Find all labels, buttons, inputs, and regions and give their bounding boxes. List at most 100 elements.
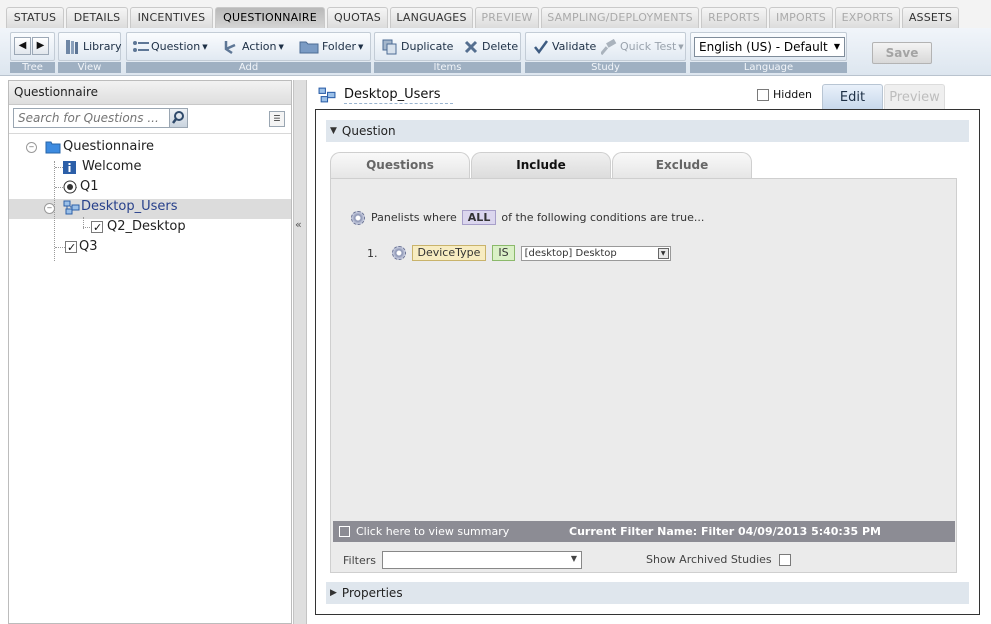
items-group: Duplicate Delete Items xyxy=(374,32,521,73)
hammer-icon xyxy=(600,38,617,56)
view-group-label: View xyxy=(58,62,121,73)
tab-status[interactable]: STATUS xyxy=(6,7,64,28)
question-list-icon xyxy=(132,39,149,55)
panel-splitter[interactable]: « xyxy=(293,80,307,624)
quick-test-button[interactable]: Quick Test ▼ xyxy=(600,38,684,56)
expand-toggle-root[interactable]: − xyxy=(26,142,37,153)
current-filter-name: Current Filter Name: Filter 04/09/2013 5… xyxy=(569,525,881,538)
rule-value-select[interactable]: [desktop] Desktop ▼ xyxy=(520,245,671,261)
tab-preview[interactable]: PREVIEW xyxy=(475,7,539,28)
chevron-down-icon: ▼ xyxy=(570,554,577,563)
delete-x-icon xyxy=(463,39,479,55)
search-button[interactable] xyxy=(169,109,187,127)
chevron-down-icon: ▼ xyxy=(202,43,208,51)
duplicate-button[interactable]: Duplicate xyxy=(382,38,453,56)
tab-preview-question[interactable]: Preview xyxy=(884,84,945,110)
study-group-label: Study xyxy=(525,62,686,73)
search-icon xyxy=(172,111,184,124)
chevron-down-icon: ▼ xyxy=(358,43,364,51)
question-title: Desktop_Users xyxy=(318,86,453,104)
summary-bar: Click here to view summary Current Filte… xyxy=(333,521,955,542)
save-button[interactable]: Save xyxy=(872,42,932,64)
add-folder-button[interactable]: Folder ▼ xyxy=(299,38,363,56)
library-icon xyxy=(64,39,80,55)
tree-node-welcome[interactable]: Welcome xyxy=(63,158,141,176)
include-panel: Panelists where ALL of the following con… xyxy=(330,178,957,573)
tree-node-q2-desktop[interactable]: Q2_Desktop xyxy=(91,218,186,237)
panel-menu-button[interactable]: ☰ xyxy=(269,111,285,127)
duplicate-icon xyxy=(382,39,398,55)
expand-triangle-icon: ▶ xyxy=(330,588,337,598)
view-group: Library View xyxy=(58,32,121,73)
summary-icon xyxy=(339,526,350,537)
chevron-down-icon: ▼ xyxy=(678,43,684,51)
tree-back-button[interactable]: ◀ xyxy=(14,37,31,55)
condition-header: Panelists where ALL of the following con… xyxy=(351,210,704,225)
search-input[interactable] xyxy=(14,109,164,127)
tree-group: ◀ ▶ Tree xyxy=(10,32,55,73)
add-action-button[interactable]: Action ▼ xyxy=(223,38,284,56)
filter-folder-icon xyxy=(318,87,336,103)
panel-title: Questionnaire xyxy=(9,81,291,105)
add-question-button[interactable]: Question ▼ xyxy=(132,38,208,56)
collapse-triangle-icon: ▼ xyxy=(330,126,337,136)
study-group: Validate Quick Test ▼ Study xyxy=(525,32,686,73)
tab-assets[interactable]: ASSETS xyxy=(902,7,959,28)
checkbox-question-icon xyxy=(65,239,77,257)
hidden-checkbox-box[interactable] xyxy=(757,88,769,101)
tab-quotas[interactable]: QUOTAS xyxy=(327,7,388,28)
action-arrow-icon xyxy=(223,39,239,55)
tab-exports[interactable]: EXPORTS xyxy=(835,7,900,28)
gear-icon[interactable] xyxy=(351,210,365,225)
collapse-left-icon[interactable]: « xyxy=(295,218,302,231)
rule-operator[interactable]: IS xyxy=(492,245,515,261)
folder-icon xyxy=(299,39,319,55)
subtab-questions[interactable]: Questions xyxy=(330,152,470,178)
rule-number: 1. xyxy=(367,246,378,260)
folder-icon xyxy=(45,141,61,154)
items-group-label: Items xyxy=(374,62,521,73)
subtab-include[interactable]: Include xyxy=(471,152,611,178)
tab-reports[interactable]: REPORTS xyxy=(701,7,767,28)
delete-button[interactable]: Delete xyxy=(463,38,518,56)
question-section-header[interactable]: ▼ Question xyxy=(326,120,969,142)
tab-details[interactable]: DETAILS xyxy=(66,7,128,28)
questionnaire-panel: Questionnaire ☰ − Questionnaire Welcome … xyxy=(8,80,292,624)
tab-incentives[interactable]: INCENTIVES xyxy=(130,7,213,28)
chevron-down-icon: ▼ xyxy=(657,247,669,259)
checkbox-question-icon xyxy=(91,219,103,237)
top-tab-bar: STATUS DETAILS INCENTIVES QUESTIONNAIRE … xyxy=(0,0,991,29)
expand-toggle-desktop-users[interactable]: − xyxy=(44,203,55,214)
view-summary-link[interactable]: Click here to view summary xyxy=(339,521,509,542)
question-name[interactable]: Desktop_Users xyxy=(344,87,453,104)
tab-edit[interactable]: Edit xyxy=(822,84,883,110)
rule-field[interactable]: DeviceType xyxy=(411,245,487,261)
match-all-toggle[interactable]: ALL xyxy=(461,210,497,225)
tree-node-questionnaire[interactable]: Questionnaire xyxy=(45,138,154,156)
show-archived-checkbox[interactable] xyxy=(778,553,791,566)
properties-section-header[interactable]: ▶ Properties xyxy=(326,582,969,604)
radio-question-icon xyxy=(63,180,77,194)
filters-select[interactable]: ▼ xyxy=(381,551,582,569)
tab-imports[interactable]: IMPORTS xyxy=(769,7,833,28)
tree-node-q3[interactable]: Q3 xyxy=(65,238,98,257)
filter-folder-icon xyxy=(63,200,80,214)
tab-languages[interactable]: LANGUAGES xyxy=(390,7,473,28)
add-group-label: Add xyxy=(126,62,371,73)
tab-questionnaire[interactable]: QUESTIONNAIRE xyxy=(215,7,325,29)
validate-button[interactable]: Validate xyxy=(533,38,596,56)
tree-node-desktop-users[interactable]: Desktop_Users xyxy=(63,198,178,216)
gear-icon[interactable] xyxy=(391,246,406,260)
tree-node-q1[interactable]: Q1 xyxy=(63,178,99,196)
chevron-down-icon: ▼ xyxy=(278,43,284,51)
tree-forward-button[interactable]: ▶ xyxy=(32,37,49,55)
tab-sampling-deployments[interactable]: SAMPLING/DEPLOYMENTS xyxy=(541,7,699,28)
hidden-checkbox[interactable]: Hidden xyxy=(757,88,812,101)
tree-group-label: Tree xyxy=(10,62,55,73)
library-button[interactable]: Library xyxy=(64,38,121,56)
add-group: Question ▼ Action ▼ Folder ▼ Add xyxy=(126,32,371,73)
subtab-exclude[interactable]: Exclude xyxy=(612,152,752,178)
language-select[interactable]: English (US) - Default ▼ xyxy=(694,37,845,57)
question-editor: ▼ Question Questions Include Exclude Pan… xyxy=(315,109,980,615)
checkmark-icon xyxy=(533,39,549,55)
